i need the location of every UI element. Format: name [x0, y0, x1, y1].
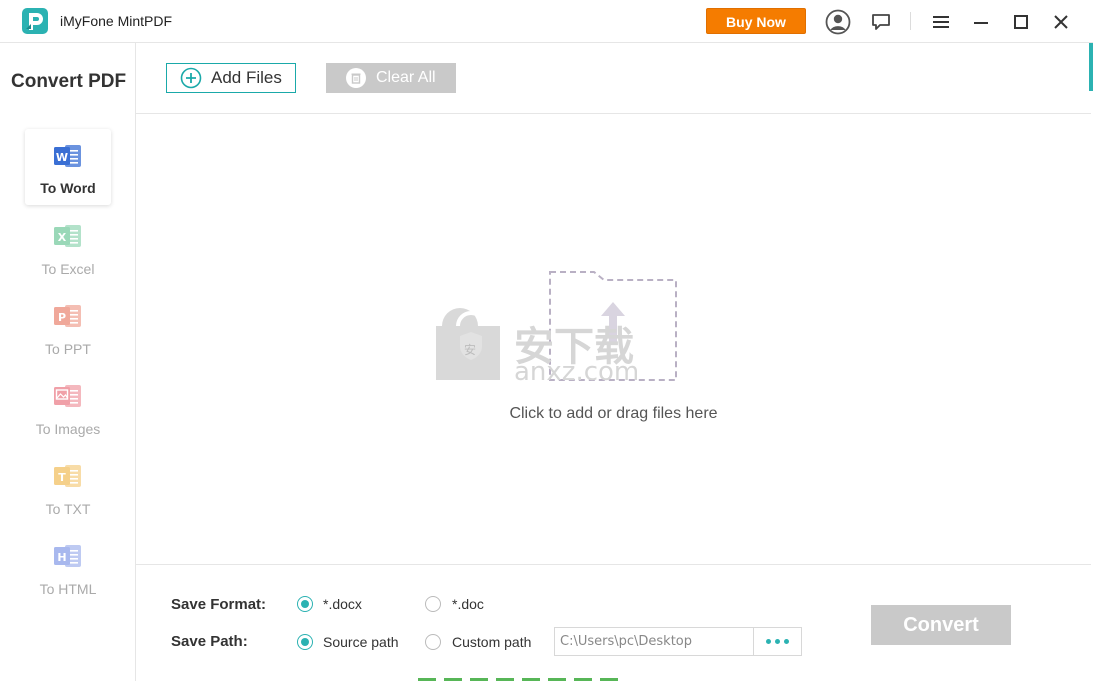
sidebar-item-to-ppt[interactable]: P To PPT — [25, 289, 111, 365]
custom-path-field[interactable]: C:\Users\pc\Desktop — [554, 627, 754, 656]
watermark-logo: 安 安下载 anxz.com — [436, 308, 639, 382]
right-accent-bar — [1089, 43, 1093, 91]
add-files-button[interactable]: Add Files — [166, 63, 296, 93]
sidebar-item-label: To PPT — [45, 341, 91, 357]
dot-icon — [775, 639, 780, 644]
sidebar-item-label: To HTML — [39, 581, 97, 597]
svg-text:H: H — [57, 551, 66, 564]
format-docx-label: *.docx — [323, 596, 362, 612]
source-path-radio[interactable] — [297, 634, 313, 650]
feedback-icon[interactable] — [868, 9, 894, 35]
svg-text:X: X — [58, 231, 67, 244]
ppt-icon: P — [54, 305, 81, 327]
html-icon: H — [54, 545, 81, 567]
sidebar-item-to-html[interactable]: H To HTML — [25, 529, 111, 605]
browse-path-button[interactable] — [754, 627, 802, 656]
svg-text:anxz.com: anxz.com — [514, 357, 639, 382]
sidebar-item-label: To Excel — [41, 261, 95, 277]
sidebar-item-label: To Word — [40, 180, 96, 196]
txt-icon: T — [54, 465, 81, 487]
custom-path-label: Custom path — [452, 634, 532, 650]
sidebar: Convert PDF W To Word X To Excel P To PPT To I… — [0, 43, 136, 681]
format-doc-label: *.doc — [452, 596, 484, 612]
dot-icon — [766, 639, 771, 644]
buy-now-button[interactable]: Buy Now — [706, 8, 806, 34]
sidebar-item-label: To TXT — [45, 501, 91, 517]
source-path-label: Source path — [323, 634, 399, 650]
app-logo-icon — [22, 8, 48, 34]
toolbar: Add Files Clear All — [136, 43, 1091, 114]
dot-icon — [784, 639, 789, 644]
add-files-label: Add Files — [211, 68, 282, 87]
sidebar-item-to-word[interactable]: W To Word — [25, 129, 111, 205]
images-icon — [54, 385, 81, 407]
save-format-label: Save Format: — [171, 596, 267, 613]
svg-text:T: T — [58, 471, 66, 484]
format-docx-radio[interactable] — [297, 596, 313, 612]
sidebar-item-to-txt[interactable]: T To TXT — [25, 449, 111, 525]
convert-button[interactable]: Convert — [871, 605, 1011, 645]
svg-text:P: P — [58, 311, 66, 324]
trash-icon — [346, 68, 366, 88]
account-icon[interactable] — [825, 9, 851, 35]
custom-path-radio[interactable] — [425, 634, 441, 650]
svg-text:W: W — [56, 151, 68, 164]
sidebar-item-to-images[interactable]: To Images — [25, 369, 111, 445]
drop-hint-text: Click to add or drag files here — [509, 405, 718, 422]
settings-panel: Save Format: *.docx *.doc Save Path: Sou… — [136, 565, 1091, 681]
word-icon: W — [54, 145, 81, 167]
menu-icon[interactable] — [928, 9, 954, 35]
clear-all-button[interactable]: Clear All — [326, 63, 456, 93]
svg-text:安: 安 — [464, 342, 476, 357]
sidebar-title: Convert PDF — [11, 71, 127, 92]
sidebar-item-label: To Images — [35, 421, 101, 437]
title-bar: iMyFone MintPDF Buy Now — [0, 0, 1093, 43]
app-title: iMyFone MintPDF — [60, 13, 173, 29]
minimize-icon[interactable] — [968, 9, 994, 35]
file-drop-zone[interactable]: 安 安下载 anxz.com Click to add or drag file… — [136, 114, 1091, 565]
clear-all-label: Clear All — [376, 69, 436, 86]
title-separator — [910, 12, 911, 30]
close-icon[interactable] — [1048, 9, 1074, 35]
save-path-label: Save Path: — [171, 633, 248, 650]
maximize-icon[interactable] — [1008, 9, 1034, 35]
add-circle-icon — [180, 67, 202, 89]
format-doc-radio[interactable] — [425, 596, 441, 612]
sidebar-item-to-excel[interactable]: X To Excel — [25, 209, 111, 285]
excel-icon: X — [54, 225, 81, 247]
